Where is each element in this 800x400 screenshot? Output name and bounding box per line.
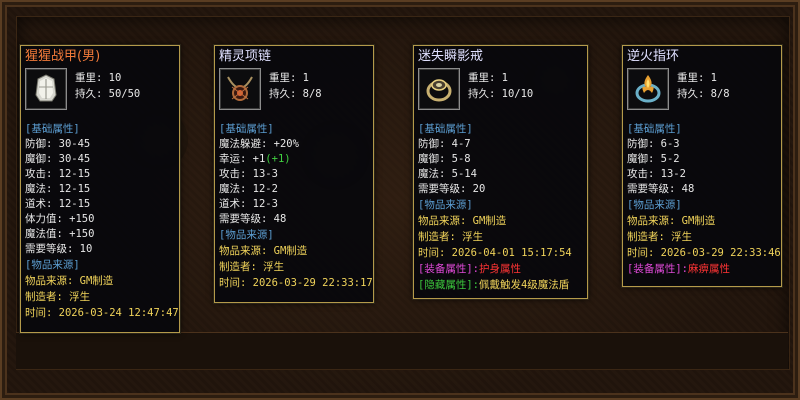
base-attributes-header: [基础属性]	[418, 123, 473, 135]
time-line: 时间: 2026-03-29 22:33:17	[219, 277, 373, 289]
hidden-attribute-label: [隐藏属性]:	[418, 279, 479, 291]
equip-attribute-line: [装备属性]:麻痹属性	[627, 262, 730, 277]
durability-text: 持久: 8/8	[677, 88, 730, 100]
source-line: 物品来源: GM制造	[25, 275, 114, 287]
stat-line: 防御: 30-45	[25, 138, 91, 150]
necklace-icon	[227, 76, 253, 101]
item-title: 精灵项链	[219, 49, 272, 64]
luck-text: 幸运: +1	[219, 153, 266, 165]
bottom-panel	[16, 332, 788, 369]
stat-line: 魔御: 5-8	[418, 153, 471, 165]
stat-line: 魔御: 30-45	[25, 153, 91, 165]
armor-icon	[35, 74, 57, 102]
durability-text: 持久: 50/50	[75, 88, 141, 100]
item-tooltip-ring: 迷失瞬影戒 重里: 1 持久: 10/10 [基础属性] 防御: 4-7 魔御:…	[413, 45, 588, 299]
item-slot[interactable]	[627, 68, 669, 110]
source-line: 物品来源: GM制造	[219, 245, 308, 257]
equip-attribute-value: 麻痹属性	[687, 263, 730, 275]
item-source-header: [物品来源]	[219, 229, 274, 241]
item-title: 迷失瞬影戒	[418, 49, 484, 64]
item-slot[interactable]	[418, 68, 460, 110]
stat-line: 魔御: 5-2	[627, 153, 680, 165]
item-title: 逆火指环	[627, 49, 680, 64]
base-attributes-header: [基础属性]	[627, 123, 682, 135]
item-source-header: [物品来源]	[25, 259, 80, 271]
stat-line: 攻击: 13-2	[627, 168, 686, 180]
time-line: 时间: 2026-03-29 22:33:46	[627, 247, 781, 259]
stat-line: 魔法: 12-2	[219, 183, 278, 195]
stat-line: 体力值: +150	[25, 213, 95, 225]
time-line: 时间: 2026-03-24 12:47:47	[25, 307, 179, 319]
stat-line: 需要等级: 20	[418, 183, 486, 195]
base-attributes-header: [基础属性]	[25, 123, 80, 135]
fire-ring-icon	[635, 75, 661, 103]
hidden-attribute-line: [隐藏属性]:佩戴触发4级魔法盾	[418, 278, 569, 293]
source-line: 物品来源: GM制造	[627, 215, 716, 227]
maker-line: 制造者: 浮生	[627, 231, 693, 243]
weight-text: 重里: 10	[75, 72, 122, 84]
equip-attribute-value: 护身属性	[478, 263, 521, 275]
stat-line: 需要等级: 48	[219, 213, 287, 225]
stat-line: 幸运: +1(+1)	[219, 152, 291, 167]
item-tooltip-necklace: 精灵项链 重里: 1 持久: 8/8 [基础属性] 魔法躲避: +20% 幸运:…	[214, 45, 374, 303]
equip-attribute-label: [装备属性]:	[627, 263, 688, 275]
maker-line: 制造者: 浮生	[219, 261, 285, 273]
stat-line: 攻击: 12-15	[25, 168, 91, 180]
weight-text: 重里: 1	[269, 72, 309, 84]
weight-text: 重里: 1	[468, 72, 508, 84]
equip-attribute-line: [装备属性]:护身属性	[418, 262, 521, 277]
item-title: 猩猩战甲(男)	[25, 49, 101, 64]
maker-line: 制造者: 浮生	[418, 231, 484, 243]
item-tooltip-armor: 猩猩战甲(男) 重里: 10 持久: 50/50 [基础属性] 防御: 30-4…	[20, 45, 180, 333]
item-source-header: [物品来源]	[627, 199, 682, 211]
stat-line: 道术: 12-3	[219, 198, 278, 210]
stat-line: 防御: 6-3	[627, 138, 680, 150]
item-source-header: [物品来源]	[418, 199, 473, 211]
hidden-attribute-value: 佩戴触发4级魔法盾	[478, 279, 570, 291]
stat-line: 攻击: 13-3	[219, 168, 278, 180]
stat-line: 道术: 12-15	[25, 198, 91, 210]
item-slot[interactable]	[219, 68, 261, 110]
equip-attribute-label: [装备属性]:	[418, 263, 479, 275]
stat-line: 魔法: 5-14	[418, 168, 477, 180]
maker-line: 制造者: 浮生	[25, 291, 91, 303]
durability-text: 持久: 10/10	[468, 88, 534, 100]
durability-text: 持久: 8/8	[269, 88, 322, 100]
item-tooltip-fire-ring: 逆火指环 重里: 1 持久: 8/8 [基础属性] 防御: 6-3 魔御: 5-…	[622, 45, 782, 287]
ring-icon	[426, 79, 452, 102]
stat-line: 魔法躲避: +20%	[219, 138, 299, 150]
stat-line: 魔法: 12-15	[25, 183, 91, 195]
stat-line: 需要等级: 10	[25, 243, 93, 255]
stat-line: 防御: 4-7	[418, 138, 471, 150]
stat-line: 魔法值: +150	[25, 228, 95, 240]
source-line: 物品来源: GM制造	[418, 215, 507, 227]
luck-bonus: (+1)	[265, 153, 291, 165]
weight-text: 重里: 1	[677, 72, 717, 84]
time-line: 时间: 2026-04-01 15:17:54	[418, 247, 572, 259]
base-attributes-header: [基础属性]	[219, 123, 274, 135]
stat-line: 需要等级: 48	[627, 183, 695, 195]
item-slot[interactable]	[25, 68, 67, 110]
